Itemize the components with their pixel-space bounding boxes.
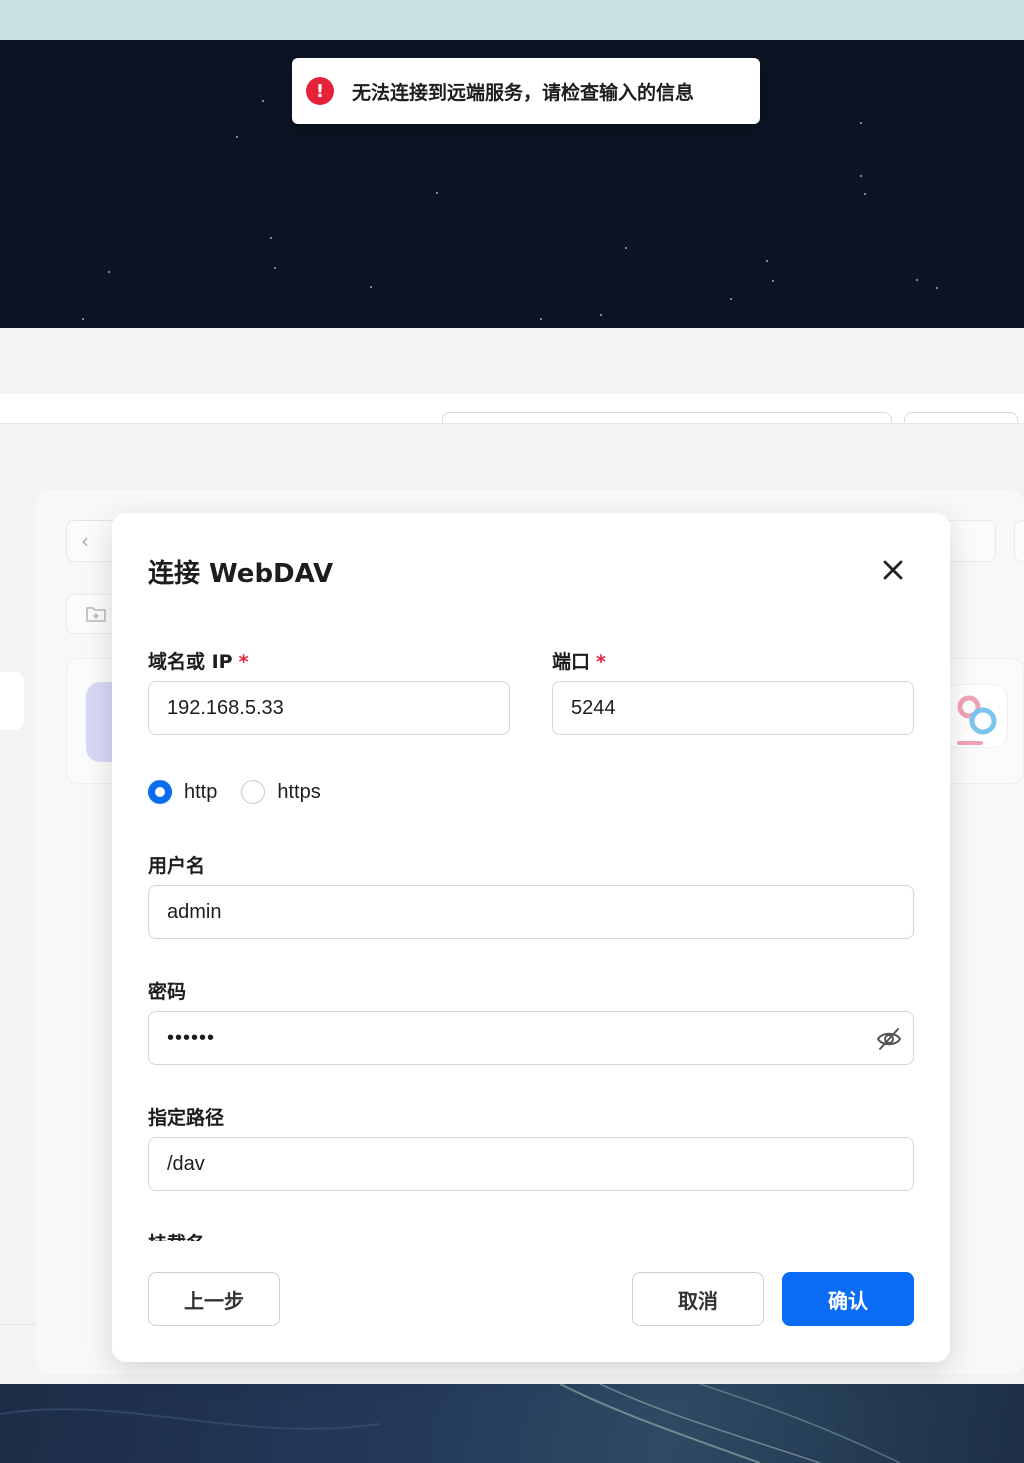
background-band [0, 328, 1024, 394]
port-label: 端口 * [552, 651, 606, 673]
cloud-app-icon [944, 684, 1008, 748]
error-icon: ! [306, 77, 334, 105]
confirm-button[interactable]: 确认 [782, 1272, 914, 1326]
radio-http-label[interactable]: http [184, 781, 217, 804]
close-button[interactable] [878, 555, 908, 585]
background-side-tab [0, 672, 24, 730]
path-label: 指定路径 [148, 1107, 225, 1129]
background-toolbar [0, 394, 1024, 424]
required-mark: * [596, 651, 606, 673]
dialog-form: 域名或 IP* 端口* http https 用户名 密码 指定路径 [112, 623, 950, 1241]
protocol-radio-group: http https [148, 780, 345, 804]
cancel-button[interactable]: 取消 [632, 1272, 764, 1326]
dialog-title: 连接 WebDAV [148, 559, 334, 589]
webdav-connect-dialog: 连接 WebDAV 域名或 IP* 端口* http https 用户名 密码 [112, 513, 950, 1362]
background-field-edge [1014, 520, 1024, 562]
background-search-field [442, 412, 892, 423]
toast-message: 无法连接到远端服务，请检查输入的信息 [352, 81, 695, 104]
radio-http[interactable] [148, 780, 172, 804]
background-divider [0, 1324, 36, 1325]
password-input[interactable] [148, 1011, 914, 1065]
required-mark: * [238, 651, 249, 673]
path-input[interactable] [148, 1137, 914, 1191]
username-label: 用户名 [148, 855, 206, 877]
port-input[interactable] [552, 681, 914, 735]
background-toolbar-button [904, 412, 1018, 423]
background-band-2 [0, 424, 1024, 490]
folder-plus-icon [86, 607, 106, 622]
eye-off-icon[interactable] [876, 1026, 902, 1052]
error-toast: ! 无法连接到远端服务，请检查输入的信息 [292, 58, 760, 124]
host-input[interactable] [148, 681, 510, 735]
radio-https[interactable] [241, 780, 266, 804]
host-label: 域名或 IP * [148, 651, 249, 673]
prev-step-button[interactable]: 上一步 [148, 1272, 280, 1326]
close-icon [883, 560, 903, 580]
password-label: 密码 [148, 981, 187, 1003]
top-strip [0, 0, 1024, 40]
radio-https-label[interactable]: https [277, 781, 320, 804]
username-input[interactable] [148, 885, 914, 939]
wallpaper-mountain [0, 1384, 1024, 1463]
mount-name-label: 挂载名 [148, 1229, 205, 1241]
